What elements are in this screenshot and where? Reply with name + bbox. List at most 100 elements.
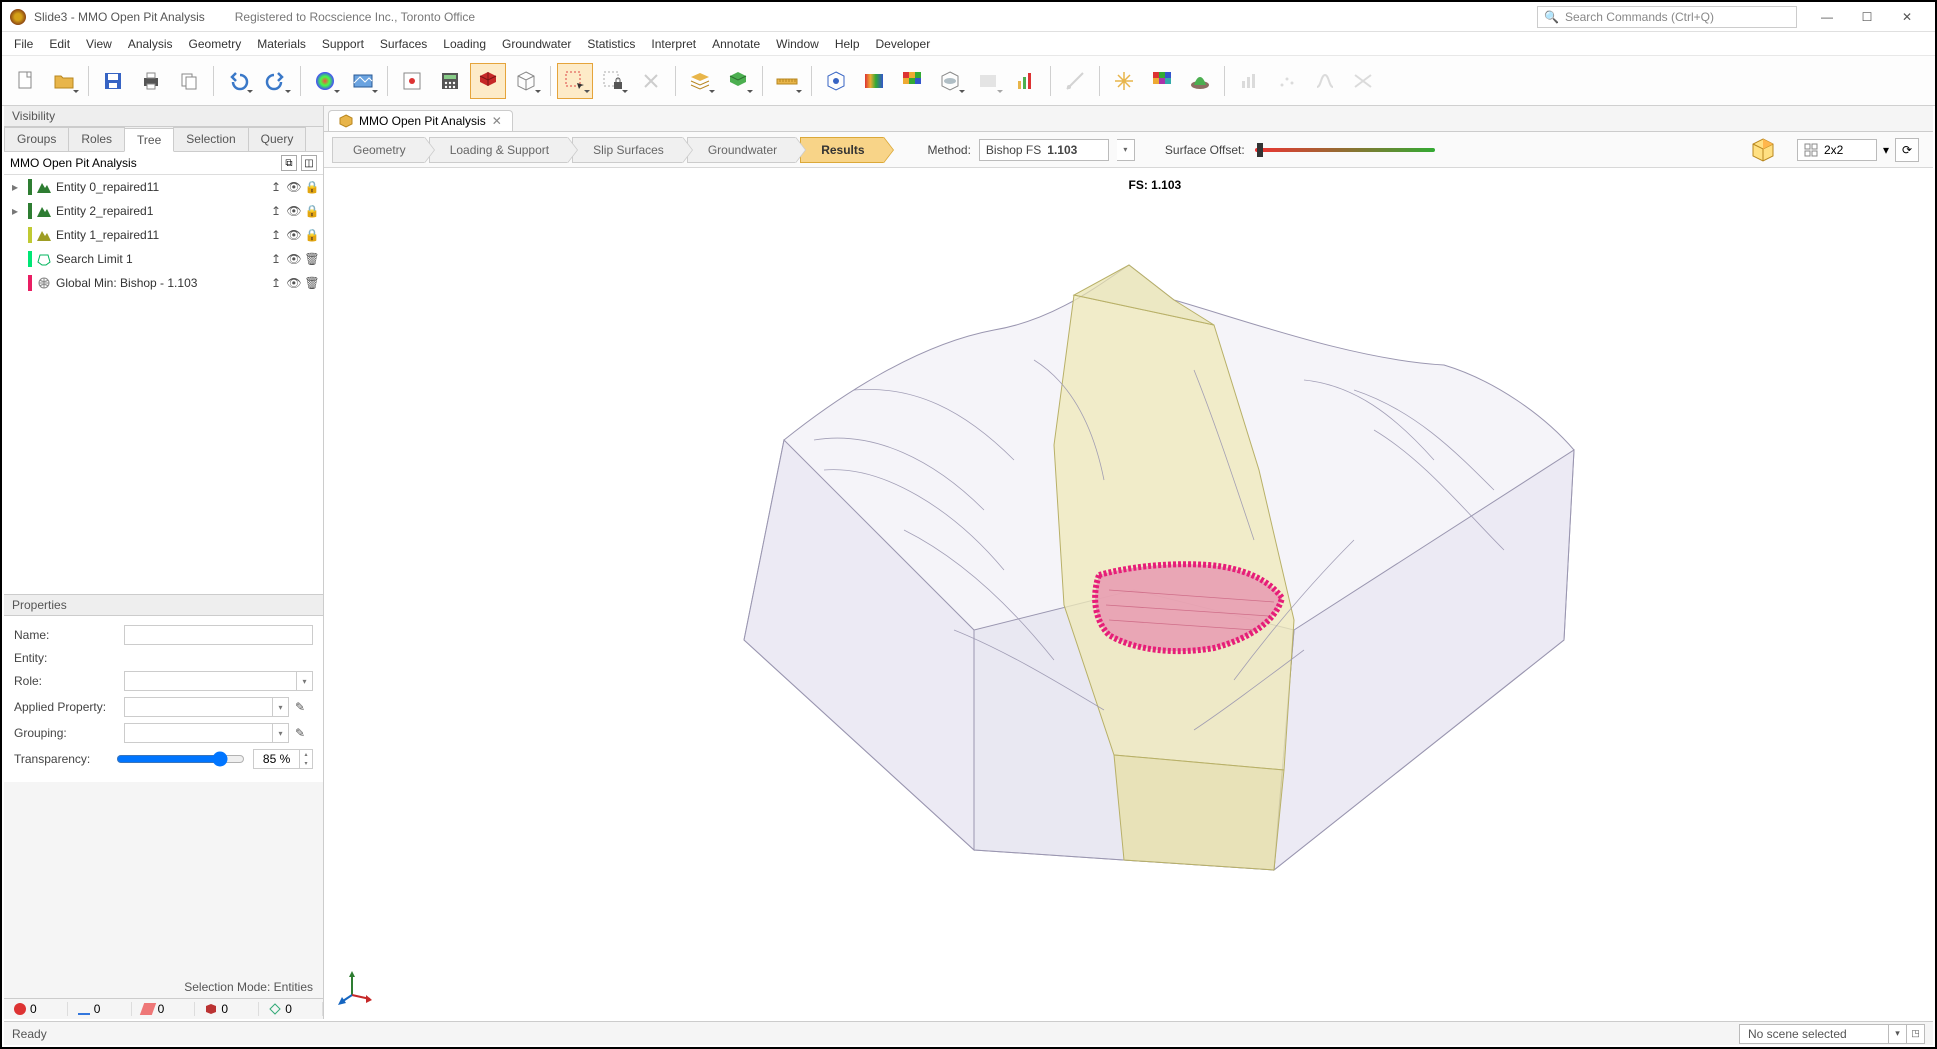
eye-icon[interactable]: 👁 <box>287 180 301 194</box>
menu-annotate[interactable]: Annotate <box>704 34 768 54</box>
compute-button[interactable] <box>432 63 468 99</box>
chevron-down-icon[interactable]: ▾ <box>273 697 289 717</box>
chevron-down-icon[interactable]: ▾ <box>297 671 313 691</box>
sparkle-button[interactable] <box>1106 63 1142 99</box>
layers-button[interactable] <box>682 63 718 99</box>
graph-1-button[interactable] <box>1231 63 1267 99</box>
arrow-up-icon[interactable]: ↥ <box>269 228 283 242</box>
document-tab-active[interactable]: MMO Open Pit Analysis ✕ <box>328 110 513 131</box>
heatmap-button[interactable] <box>894 63 930 99</box>
open-file-button[interactable] <box>46 63 82 99</box>
measure-button[interactable] <box>769 63 805 99</box>
slider-thumb-icon[interactable] <box>1257 143 1263 157</box>
view-cube-icon[interactable] <box>1749 136 1777 164</box>
eye-icon[interactable]: 👁 <box>287 252 301 266</box>
tree-expand-icon[interactable]: ◫ <box>301 155 317 171</box>
transparency-spinner[interactable]: ▴▾ <box>300 749 313 769</box>
arrow-up-icon[interactable]: ↥ <box>269 276 283 290</box>
wireframe-cube-button[interactable] <box>508 63 544 99</box>
materials-button[interactable] <box>307 63 343 99</box>
palette-button[interactable] <box>1144 63 1180 99</box>
menu-file[interactable]: File <box>6 34 41 54</box>
tab-query[interactable]: Query <box>248 127 307 151</box>
expander-icon[interactable]: ▸ <box>12 180 24 194</box>
menu-help[interactable]: Help <box>827 34 868 54</box>
print-button[interactable] <box>133 63 169 99</box>
method-select[interactable]: Bishop FS 1.103 <box>979 139 1109 161</box>
tree-item-global-min[interactable]: ▸ Global Min: Bishop - 1.103 ↥ 👁 🗑 <box>4 271 323 295</box>
tree-item-search-limit[interactable]: ▸ Search Limit 1 ↥ 👁 🗑 <box>4 247 323 271</box>
close-tab-icon[interactable]: ✕ <box>492 114 502 128</box>
menu-materials[interactable]: Materials <box>249 34 314 54</box>
workflow-step-loading[interactable]: Loading & Support <box>429 137 568 163</box>
lock-icon[interactable]: 🔒 <box>305 180 319 194</box>
project-settings-button[interactable] <box>394 63 430 99</box>
lock-icon[interactable]: 🔒 <box>305 228 319 242</box>
spectrum-button[interactable] <box>856 63 892 99</box>
menu-support[interactable]: Support <box>314 34 372 54</box>
menu-developer[interactable]: Developer <box>868 34 939 54</box>
viewport-layout-select[interactable]: 2x2 <box>1797 139 1877 161</box>
eye-icon[interactable]: 👁 <box>287 204 301 218</box>
scene-popup-button[interactable]: ◳ <box>1907 1024 1925 1044</box>
trash-icon[interactable]: 🗑 <box>305 276 319 290</box>
chevron-down-icon[interactable]: ▾ <box>1883 143 1889 157</box>
arrow-up-icon[interactable]: ↥ <box>269 252 283 266</box>
contour-1-button[interactable] <box>818 63 854 99</box>
edit-icon[interactable]: ✎ <box>295 700 313 714</box>
graph-4-button[interactable] <box>1345 63 1381 99</box>
save-button[interactable] <box>95 63 131 99</box>
terrain-button[interactable] <box>720 63 756 99</box>
chart-button[interactable] <box>1008 63 1044 99</box>
eye-icon[interactable]: 👁 <box>287 276 301 290</box>
section-button[interactable] <box>970 63 1006 99</box>
results-mode-button[interactable] <box>470 63 506 99</box>
undo-button[interactable] <box>220 63 256 99</box>
tool-a-button[interactable] <box>1057 63 1093 99</box>
lock-icon[interactable]: 🔒 <box>305 204 319 218</box>
edit-icon[interactable]: ✎ <box>295 726 313 740</box>
workflow-step-results[interactable]: Results <box>800 137 883 163</box>
workflow-step-slip[interactable]: Slip Surfaces <box>572 137 683 163</box>
tab-groups[interactable]: Groups <box>4 127 69 151</box>
tree-item-entity2[interactable]: ▸ Entity 2_repaired1 ↥ 👁 🔒 <box>4 199 323 223</box>
menu-window[interactable]: Window <box>768 34 827 54</box>
isosurface-button[interactable] <box>932 63 968 99</box>
arrow-up-icon[interactable]: ↥ <box>269 180 283 194</box>
3d-viewport[interactable]: FS: 1.103 <box>324 168 1933 1019</box>
minimize-button[interactable]: — <box>1807 3 1847 31</box>
close-button[interactable]: ✕ <box>1887 3 1927 31</box>
menu-view[interactable]: View <box>78 34 120 54</box>
search-commands-input[interactable]: 🔍 Search Commands (Ctrl+Q) <box>1537 6 1797 28</box>
redo-button[interactable] <box>258 63 294 99</box>
role-select[interactable] <box>124 671 297 691</box>
graph-2-button[interactable] <box>1269 63 1305 99</box>
chevron-down-icon[interactable]: ▾ <box>1117 139 1135 161</box>
menu-edit[interactable]: Edit <box>41 34 78 54</box>
lock-selection-button[interactable] <box>595 63 631 99</box>
transparency-value[interactable]: 85 % <box>253 749 300 769</box>
chevron-down-icon[interactable]: ▾ <box>1889 1024 1907 1044</box>
graph-3-button[interactable] <box>1307 63 1343 99</box>
tab-tree[interactable]: Tree <box>124 128 174 152</box>
display-mode-button[interactable] <box>345 63 381 99</box>
tree-collapse-icon[interactable]: ⧉ <box>281 155 297 171</box>
menu-statistics[interactable]: Statistics <box>579 34 643 54</box>
menu-loading[interactable]: Loading <box>435 34 494 54</box>
visibility-tree[interactable]: ▸ Entity 0_repaired11 ↥ 👁 🔒 ▸ Entity 2_r… <box>4 175 323 595</box>
surface-offset-slider[interactable] <box>1255 148 1435 152</box>
grouping-select[interactable] <box>124 723 273 743</box>
menu-geometry[interactable]: Geometry <box>181 34 250 54</box>
menu-interpret[interactable]: Interpret <box>643 34 704 54</box>
menu-analysis[interactable]: Analysis <box>120 34 181 54</box>
name-input[interactable] <box>124 625 313 645</box>
axis-gizmo-icon[interactable] <box>338 969 374 1005</box>
delete-selection-button[interactable] <box>633 63 669 99</box>
transparency-slider[interactable] <box>116 751 245 767</box>
menu-surfaces[interactable]: Surfaces <box>372 34 435 54</box>
applied-property-select[interactable] <box>124 697 273 717</box>
trash-icon[interactable]: 🗑 <box>305 252 319 266</box>
workflow-step-groundwater[interactable]: Groundwater <box>687 137 796 163</box>
select-mode-button[interactable] <box>557 63 593 99</box>
workflow-step-geometry[interactable]: Geometry <box>332 137 425 163</box>
